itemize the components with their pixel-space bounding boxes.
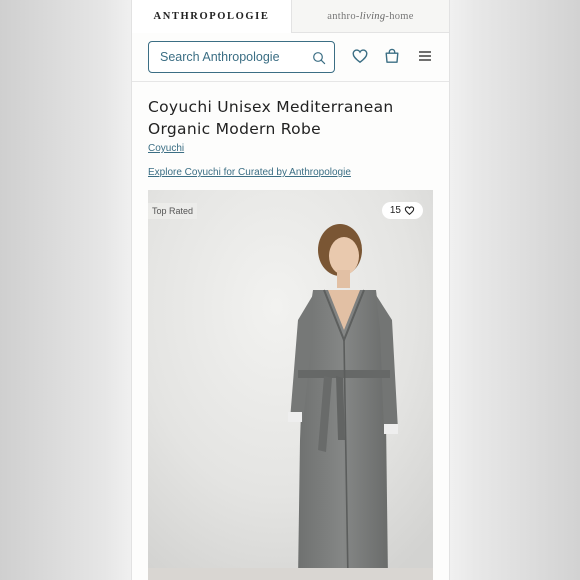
product-image[interactable]: Top Rated 15 [148,190,433,580]
header-divider [132,81,449,82]
favorite-button[interactable]: 15 [381,202,423,219]
top-rated-badge: Top Rated [148,203,198,219]
product-title: Coyuchi Unisex Mediterranean Organic Mod… [148,98,394,138]
heart-icon[interactable] [351,47,369,65]
search-input[interactable]: Search Anthropologie [148,41,335,73]
favorite-count: 15 [389,205,401,216]
explore-brand-link[interactable]: Explore Coyuchi for Curated by Anthropol… [148,167,351,178]
search-icon[interactable] [312,51,326,65]
heart-icon [404,206,415,215]
tab-home-suffix: -home [385,10,414,22]
tab-home-script: living [359,10,386,22]
tab-home-prefix: anthro- [327,10,360,22]
robe-model-illustration [148,190,433,580]
tab-anthro-living-home[interactable]: anthro-living -home [291,0,449,33]
brand-tabs: ANTHROPOLOGIE anthro-living -home [132,0,449,33]
tab-anthropologie-label: ANTHROPOLOGIE [153,11,270,22]
brand-link[interactable]: Coyuchi [148,143,184,154]
shopping-bag-icon[interactable] [383,47,401,65]
mobile-page: ANTHROPOLOGIE anthro-living -home Search … [131,0,450,580]
tab-anthropologie[interactable]: ANTHROPOLOGIE [132,0,291,33]
search-placeholder: Search Anthropologie [160,50,280,64]
hamburger-menu-icon[interactable] [416,47,434,65]
